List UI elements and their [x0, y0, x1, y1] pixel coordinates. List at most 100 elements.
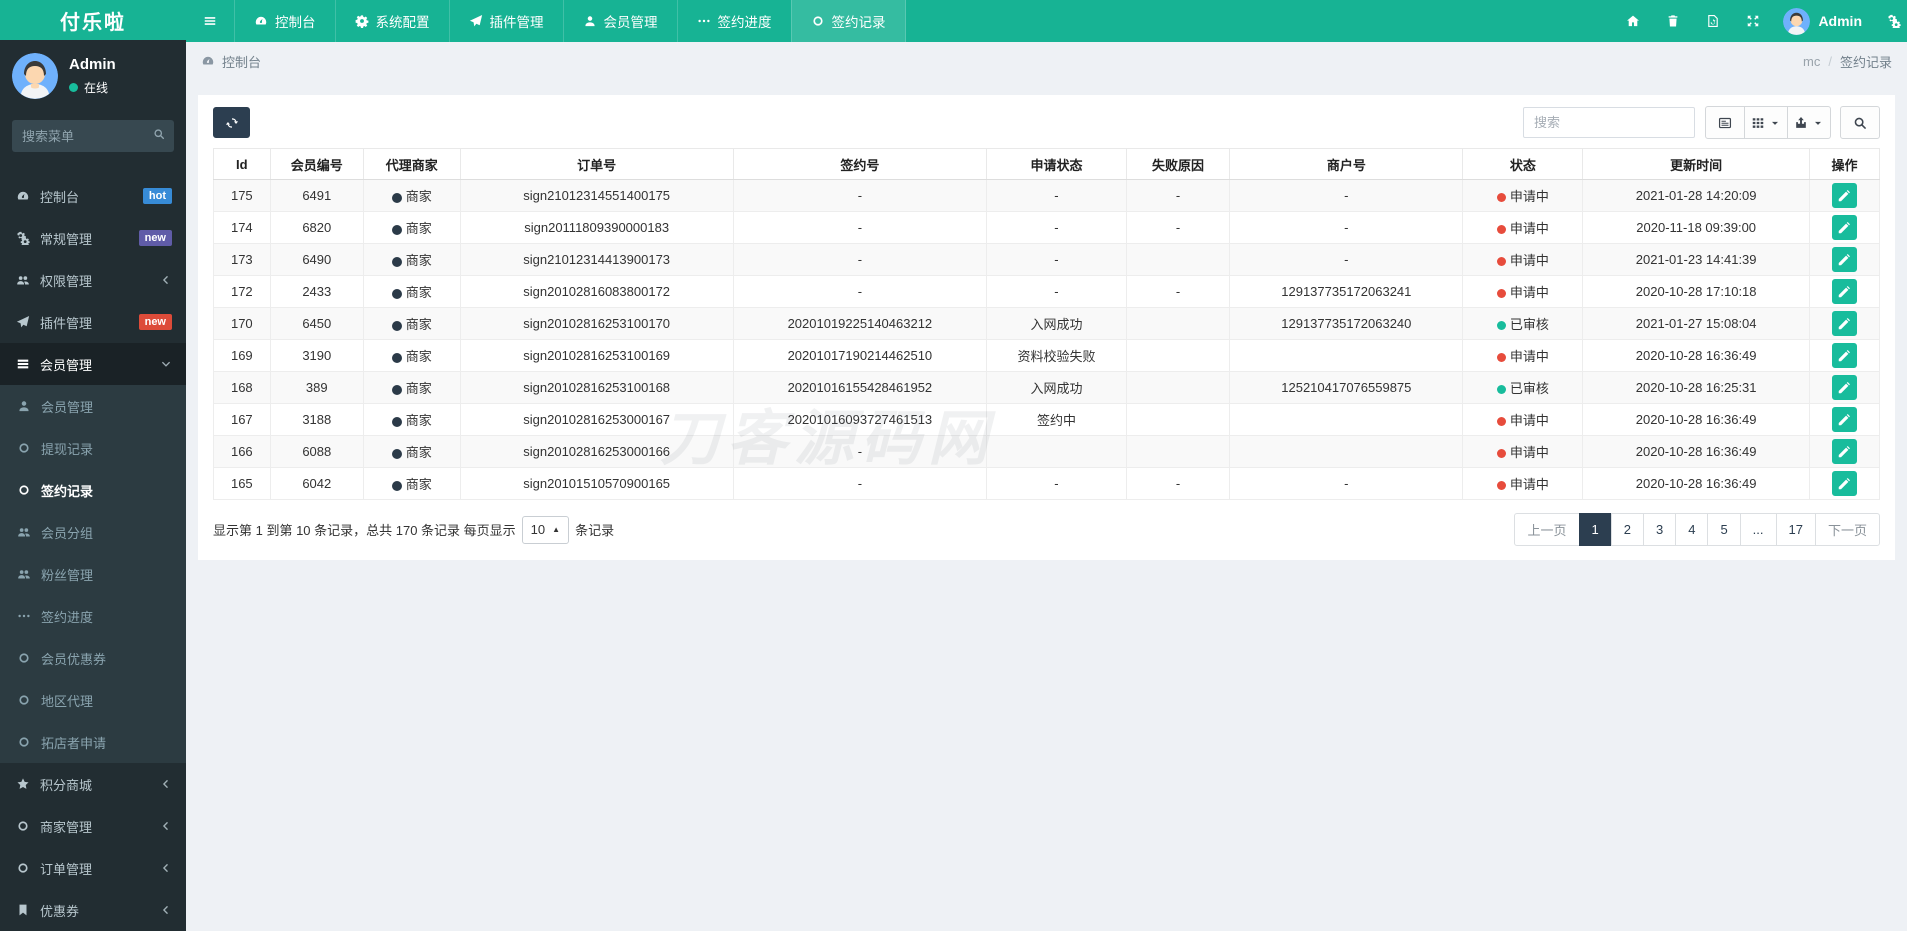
table-row[interactable]: 166 6088 商家 sign20102816253000166- 申请中 2020-1… [213, 435, 1881, 468]
column-header[interactable]: 申请状态 [985, 148, 1127, 180]
edit-button[interactable] [1831, 471, 1857, 496]
table-row[interactable]: 172 2433 商家 sign20102816083800172- - -1291377… [213, 275, 1881, 308]
edit-button[interactable] [1831, 215, 1857, 240]
column-header[interactable]: 更新时间 [1582, 148, 1810, 180]
nav-tab-控制台[interactable]: 控制台 [234, 0, 335, 42]
table-row[interactable]: 174 6820 商家 sign20111809390000183- - - - 申请中 202… [213, 211, 1881, 244]
table-row[interactable]: 173 6490 商家 sign21012314413900173- - - 申请中 2021… [213, 243, 1881, 276]
page-button-2[interactable]: 2 [1610, 513, 1644, 546]
nav-tab-系统配置[interactable]: 系统配置 [334, 0, 449, 42]
cell-agent: 商家 [362, 211, 461, 244]
topnav-avatar[interactable] [1783, 7, 1811, 35]
circle-o-icon [15, 441, 32, 455]
columns-button[interactable] [1744, 106, 1788, 139]
sidebar-item-控制台[interactable]: 控制台 hot [0, 175, 186, 217]
table-search-input[interactable] [1523, 107, 1695, 138]
sidebar-subitem-签约进度[interactable]: 签约进度 [0, 595, 186, 637]
edit-button[interactable] [1831, 407, 1857, 432]
sidebar-subitem-签约记录[interactable]: 签约记录 [0, 469, 186, 511]
fullscreen-button[interactable] [1733, 0, 1773, 42]
sidebar-subitem-会员分组[interactable]: 会员分组 [0, 511, 186, 553]
export-button[interactable] [1787, 106, 1831, 139]
table-row[interactable]: 170 6450 商家 sign20102816253100170 2020101922… [213, 307, 1881, 340]
breadcrumb-home[interactable]: 控制台 [222, 52, 261, 71]
clear-cache-button[interactable] [1653, 0, 1693, 42]
sidebar-subitem-地区代理[interactable]: 地区代理 [0, 679, 186, 721]
table-row[interactable]: 165 6042 商家 sign20101510570900165- - - - 申请中 202… [213, 467, 1881, 500]
sidebar-item-商家管理[interactable]: 商家管理 [0, 805, 186, 847]
edit-button[interactable] [1831, 375, 1857, 400]
cell-id: 167 [213, 403, 271, 436]
cell-update-time: 2021-01-28 14:20:09 [1582, 179, 1810, 212]
home-button[interactable] [1613, 0, 1653, 42]
gauge-icon [14, 189, 31, 203]
nav-tab-签约记录[interactable]: 签约记录 [790, 0, 906, 42]
column-header[interactable]: 状态 [1462, 148, 1584, 180]
edit-button[interactable] [1831, 247, 1857, 272]
star-icon [14, 777, 31, 791]
sidebar-subitem-粉丝管理[interactable]: 粉丝管理 [0, 553, 186, 595]
sidebar-item-权限管理[interactable]: 权限管理 [0, 259, 186, 301]
sidebar-search-input[interactable] [12, 120, 174, 152]
app-logo[interactable]: 付乐啦 [0, 0, 186, 40]
column-header[interactable]: 订单号 [459, 148, 734, 180]
sidebar-toggle-button[interactable] [186, 0, 234, 42]
nav-tab-插件管理[interactable]: 插件管理 [448, 0, 563, 42]
edit-button[interactable] [1831, 311, 1857, 336]
page-button-1[interactable]: 1 [1578, 513, 1612, 546]
cell-id: 174 [213, 211, 271, 244]
ellipsis-icon [697, 14, 711, 28]
advanced-search-button[interactable] [1840, 106, 1880, 139]
breadcrumb-parent[interactable]: mc [1803, 54, 1820, 69]
sidebar-subitem-拓店者申请[interactable]: 拓店者申请 [0, 721, 186, 763]
table-row[interactable]: 167 3188 商家 sign20102816253000167 2020101609… [213, 403, 1881, 436]
page-button-3[interactable]: 3 [1642, 513, 1677, 546]
nav-tab-签约进度[interactable]: 签约进度 [676, 0, 791, 42]
edit-button[interactable] [1831, 279, 1857, 304]
detail-view-button[interactable] [1705, 106, 1745, 139]
check-update-button[interactable] [1693, 0, 1733, 42]
edit-button[interactable] [1831, 183, 1857, 208]
page-button-5[interactable]: 5 [1707, 513, 1741, 546]
table-row[interactable]: 175 6491 商家 sign21012314551400175- - - - 申请中 202… [213, 179, 1881, 212]
sidebar-item-插件管理[interactable]: 插件管理 new [0, 301, 186, 343]
edit-button[interactable] [1831, 439, 1857, 464]
edit-button[interactable] [1831, 343, 1857, 368]
sidebar-item-label: 插件管理 [40, 315, 93, 331]
status-badge: 申请中 [1509, 445, 1549, 460]
column-header[interactable]: 会员编号 [269, 148, 364, 180]
cell-member-no: 6088 [269, 435, 364, 468]
cell-merchant-no: - [1229, 179, 1464, 212]
sidebar-item-常规管理[interactable]: 常规管理 new [0, 217, 186, 259]
table-row[interactable]: 168 389 商家 sign20102816253100168 20201016155… [213, 371, 1881, 404]
sidebar-item-会员管理[interactable]: 会员管理 [0, 343, 186, 385]
prev-page-button[interactable]: 上一页 [1514, 513, 1580, 546]
sidebar-item-订单管理[interactable]: 订单管理 [0, 847, 186, 889]
sidebar-item-label: 地区代理 [41, 693, 94, 709]
column-header[interactable]: Id [213, 148, 271, 180]
table-row[interactable]: 169 3190 商家 sign20102816253100169 2020101719… [213, 339, 1881, 372]
refresh-button[interactable] [213, 107, 250, 138]
page-size-select[interactable]: 10 ▲ [521, 515, 570, 544]
column-header[interactable]: 操作 [1808, 148, 1881, 180]
sidebar-subitem-会员优惠券[interactable]: 会员优惠券 [0, 637, 186, 679]
sidebar-item-积分商城[interactable]: 积分商城 [0, 763, 186, 805]
column-header[interactable]: 失败原因 [1125, 148, 1231, 180]
page-button-17[interactable]: 17 [1775, 513, 1816, 546]
breadcrumb[interactable]: 控制台 [201, 52, 261, 71]
sidebar-subitem-会员管理[interactable]: 会员管理 [0, 385, 186, 427]
user-avatar[interactable] [12, 53, 58, 99]
sidebar-subitem-提现记录[interactable]: 提现记录 [0, 427, 186, 469]
pagination: 上一页 1 2 3 4 5... 17 下一页 [1514, 513, 1880, 546]
column-header[interactable]: 代理商家 [362, 148, 461, 180]
topnav-username[interactable]: Admin [1818, 13, 1862, 29]
cell-status: 申请中 [1462, 211, 1584, 244]
nav-tab-会员管理[interactable]: 会员管理 [562, 0, 677, 42]
column-header[interactable]: 签约号 [732, 148, 987, 180]
column-header[interactable]: 商户号 [1229, 148, 1464, 180]
settings-button[interactable] [1874, 0, 1907, 42]
page-button-4[interactable]: 4 [1675, 513, 1709, 546]
sidebar-item-优惠券[interactable]: 优惠券 [0, 889, 186, 931]
pencil-icon [1837, 381, 1851, 395]
next-page-button[interactable]: 下一页 [1814, 513, 1880, 546]
